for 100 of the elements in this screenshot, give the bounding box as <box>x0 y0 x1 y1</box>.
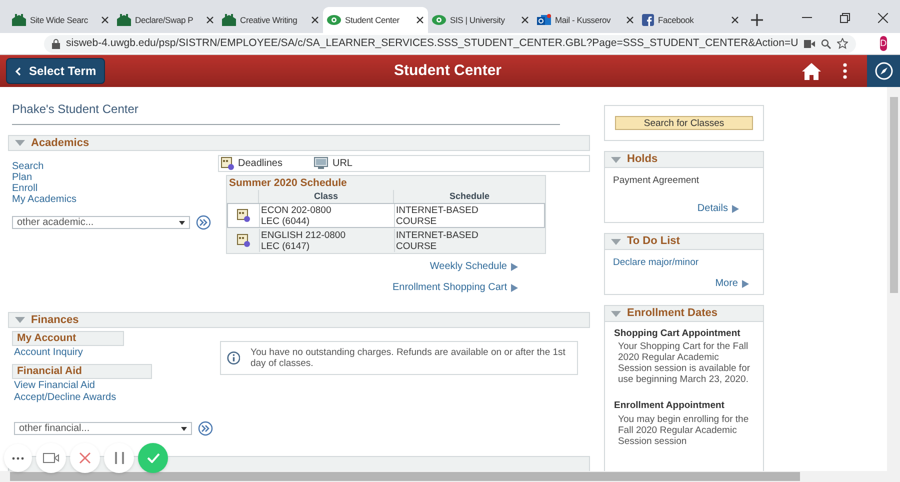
close-icon[interactable] <box>101 16 109 24</box>
navbar-button[interactable] <box>867 55 900 87</box>
dropdown[interactable]: other financial... <box>14 422 192 435</box>
school-icon <box>222 14 236 26</box>
table-cell: ENGLISH 212-0800 LEC (6147) <box>260 229 395 252</box>
more-link[interactable]: More <box>715 276 749 291</box>
table-cell-text: INTERNET-BASED COURSE <box>395 229 480 252</box>
check-icon <box>146 453 160 463</box>
browser-tab[interactable]: Declare/Swap P <box>113 7 218 33</box>
pause-icon <box>114 452 124 464</box>
minimize-icon[interactable] <box>802 17 812 19</box>
search-classes-button[interactable]: Search for Classes <box>615 116 753 130</box>
zoom-icon[interactable] <box>821 38 832 48</box>
monitor-icon <box>314 157 328 170</box>
school-icon <box>12 14 26 26</box>
close-icon[interactable] <box>731 16 739 24</box>
close-icon <box>79 452 91 464</box>
dropdown-arrow-icon <box>181 426 187 430</box>
cancel-button[interactable] <box>70 443 100 473</box>
footer-link[interactable]: Enrollment Shopping Cart <box>392 280 518 295</box>
lock-icon <box>52 38 60 48</box>
new-tab-icon[interactable] <box>751 14 763 26</box>
group-header: My Account <box>12 331 124 346</box>
calendar-info-icon <box>237 234 250 247</box>
close-icon[interactable] <box>311 16 319 24</box>
calendar-info-icon <box>237 209 250 222</box>
footer-link[interactable]: Weekly Schedule <box>430 259 518 274</box>
appointment-title: Enrollment Appointment <box>614 399 726 414</box>
nav-link[interactable]: Enroll <box>12 183 218 194</box>
compass-icon <box>874 62 892 80</box>
go-button[interactable] <box>196 215 211 230</box>
star-icon[interactable] <box>837 38 848 49</box>
nav-link[interactable]: Accept/Decline Awards <box>12 392 218 403</box>
message-text: You have no outstanding charges. Refunds are available on or after the 1st day of classes. <box>250 347 566 369</box>
table-cell-text: INTERNET-BASED COURSE <box>395 204 480 227</box>
todo-link[interactable]: Declare major/minor <box>613 256 755 270</box>
nav-link[interactable]: Plan <box>12 172 218 183</box>
eye-icon <box>432 15 446 25</box>
table-cell: ECON 202-0800 LEC (6044) <box>260 204 395 227</box>
close-icon[interactable] <box>206 16 214 24</box>
camera-button[interactable] <box>36 443 66 473</box>
table-caption: Summer 2020 Schedule <box>228 176 348 190</box>
go-button[interactable] <box>198 421 213 436</box>
details-link[interactable]: Details <box>697 201 739 216</box>
profile-avatar[interactable]: D <box>880 36 887 51</box>
address-field[interactable]: sisweb-4.uwgb.edu/psp/SISTRN/EMPLOYEE/SA/c/SA_LEARNER_SERVICES.SSS_STUDENT_CENTER.GBL?Page=SSS_STUDENT_CENTER&Action=U <box>44 34 856 52</box>
panel-title: Holds <box>627 152 658 168</box>
info-icon <box>227 350 240 366</box>
arrow-icon <box>742 280 749 288</box>
arrow-icon <box>511 262 518 270</box>
horizontal-scrollbar[interactable] <box>0 471 887 482</box>
appointment-title: Shopping Cart Appointment <box>614 327 742 341</box>
section-title: Academics <box>31 136 90 151</box>
header-title: Student Center <box>394 60 502 81</box>
scrollbar-thumb[interactable] <box>10 472 800 481</box>
school-icon <box>117 14 131 26</box>
home-icon[interactable] <box>802 62 821 80</box>
eye-icon <box>327 15 341 25</box>
panel-title: To Do List <box>627 234 680 250</box>
close-icon[interactable] <box>878 13 888 23</box>
browser-tab[interactable]: Creative Writing <box>218 7 323 33</box>
more-icon[interactable] <box>843 63 847 79</box>
close-icon[interactable] <box>416 16 424 24</box>
chevron-left-icon <box>15 66 21 76</box>
nav-link[interactable]: View Financial Aid <box>12 380 218 391</box>
browser-tab[interactable]: Mail - Kusserov <box>533 7 638 33</box>
toolbar-link[interactable]: Deadlines <box>238 156 282 171</box>
nav-link[interactable]: Search <box>12 161 218 172</box>
close-icon[interactable] <box>521 16 529 24</box>
camera-icon[interactable] <box>804 40 816 48</box>
appointment-text: You may begin enrolling for the Fall 2020 Regular Academic Session session <box>617 414 750 446</box>
arrow-icon <box>732 204 739 212</box>
toolbar-link[interactable]: URL <box>332 156 352 171</box>
select-term-button[interactable]: Select Term <box>6 58 106 84</box>
vertical-scrollbar[interactable] <box>887 87 900 482</box>
nav-link[interactable]: My Academics <box>12 194 218 205</box>
arrow-icon <box>511 284 518 292</box>
table-row[interactable]: ECON 202-0800 LEC (6044) INTERNET-BASED COURSE <box>227 203 545 228</box>
browser-tab[interactable]: Site Wide Searc <box>8 7 113 33</box>
browser-tab[interactable]: SIS | University <box>428 7 533 33</box>
ellipsis-icon <box>12 456 24 460</box>
column-header: Schedule <box>448 190 490 203</box>
video-camera-icon <box>43 453 59 463</box>
hold-item: Payment Agreement <box>613 174 700 188</box>
close-icon[interactable] <box>626 16 634 24</box>
group-header: Financial Aid <box>12 364 152 379</box>
section-title: Finances <box>31 312 79 328</box>
table-row[interactable]: ENGLISH 212-0800 LEC (6147) INTERNET-BASED COURSE <box>227 228 545 253</box>
facebook-icon <box>642 14 654 26</box>
browser-tab[interactable]: Facebook <box>638 7 743 33</box>
pause-button[interactable] <box>104 443 134 473</box>
panel-title: Enrollment Dates <box>627 306 718 322</box>
scrollbar-thumb[interactable] <box>890 97 898 293</box>
dropdown[interactable]: other academic... <box>12 216 190 229</box>
nav-link[interactable]: Account Inquiry <box>12 347 218 358</box>
appointment-text: Your Shopping Cart for the Fall 2020 Regular Academic Session session is available for use beginning March 23, 2020. <box>617 341 752 386</box>
dropdown-arrow-icon <box>179 220 185 224</box>
browser-tab[interactable]: Student Center <box>323 7 428 33</box>
page-title: Phake's Student Center <box>12 102 138 116</box>
restore-icon[interactable] <box>840 13 850 23</box>
